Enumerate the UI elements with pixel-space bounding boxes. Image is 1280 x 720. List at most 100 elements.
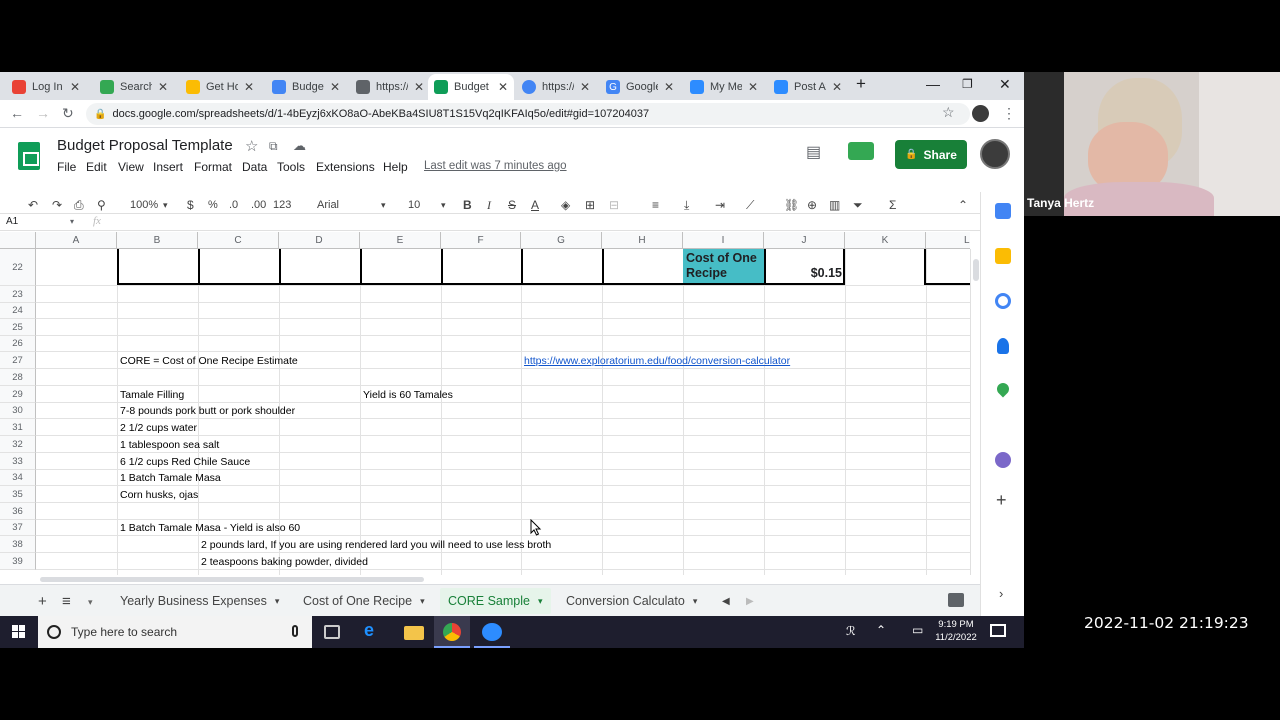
expand-panel-icon[interactable]: › — [999, 586, 1003, 601]
yield-cell[interactable]: Yield is 60 Tamales — [363, 389, 453, 401]
browser-tab-5[interactable]: https:// ✕ — [350, 74, 430, 100]
name-box[interactable]: A1 — [6, 216, 18, 227]
browser-tab-2[interactable]: Search ✕ — [94, 74, 174, 100]
row-header-35[interactable]: 35 — [0, 486, 36, 503]
browser-tab-7[interactable]: https:// ✕ — [516, 74, 596, 100]
menu-data[interactable]: Data — [242, 160, 267, 174]
row-header-28[interactable]: 28 — [0, 369, 36, 386]
row-header-29[interactable]: 29 — [0, 386, 36, 403]
meet-icon[interactable] — [848, 142, 874, 160]
close-tab-icon[interactable]: ✕ — [414, 80, 424, 94]
close-tab-icon[interactable]: ✕ — [330, 80, 340, 94]
column-header-h[interactable]: H — [602, 232, 683, 249]
close-tab-icon[interactable]: ✕ — [70, 80, 80, 94]
text-rotation-icon[interactable]: ⟋ — [746, 198, 754, 213]
ingredient-cell[interactable]: 2 1/2 cups water — [120, 422, 197, 434]
menu-help[interactable]: Help — [383, 160, 408, 174]
scrollbar-thumb[interactable] — [973, 259, 979, 281]
close-tab-icon[interactable]: ✕ — [244, 80, 254, 94]
core-definition-cell[interactable]: CORE = Cost of One Recipe Estimate — [120, 355, 298, 367]
insert-chart-icon[interactable]: ▥ — [829, 198, 840, 212]
menu-insert[interactable]: Insert — [153, 160, 183, 174]
sheet-tab-cost-of-one-recipe[interactable]: Cost of One Recipe ▾ — [303, 588, 425, 614]
sheet-tab-core-sample[interactable]: CORE Sample ▾ — [440, 588, 551, 614]
sheet-tab-conversion-calculator[interactable]: Conversion Calculato ▾ — [566, 588, 697, 614]
strikethrough-button[interactable]: S — [508, 198, 516, 212]
forward-arrow-icon[interactable]: → — [36, 105, 50, 121]
file-explorer-icon[interactable] — [404, 626, 424, 640]
scroll-tabs-left-icon[interactable]: ◀ — [722, 588, 730, 614]
sheets-logo-icon[interactable] — [18, 142, 40, 170]
get-add-ons-icon[interactable]: + — [996, 490, 1007, 511]
functions-icon[interactable]: Σ — [889, 198, 896, 212]
menu-view[interactable]: View — [118, 160, 144, 174]
ingredient-cell[interactable]: 7-8 pounds pork butt or pork shoulder — [120, 405, 295, 417]
text-color-button[interactable]: A — [531, 198, 539, 212]
add-on-icon[interactable] — [995, 452, 1011, 468]
row-header-30[interactable]: 30 — [0, 403, 36, 419]
browser-tab-4[interactable]: Budget ✕ — [266, 74, 346, 100]
paint-format-icon[interactable]: ⚲ — [97, 198, 106, 212]
currency-format-button[interactable]: $ — [187, 198, 194, 212]
scroll-tabs-right-icon[interactable]: ▶ — [746, 588, 754, 614]
column-header-l[interactable]: L — [926, 232, 970, 249]
row-header-36[interactable]: 36 — [0, 503, 36, 520]
row-header-25[interactable]: 25 — [0, 319, 36, 336]
back-arrow-icon[interactable]: ← — [10, 105, 24, 121]
menu-format[interactable]: Format — [194, 160, 232, 174]
row-header-33[interactable]: 33 — [0, 453, 36, 470]
column-header-g[interactable]: G — [521, 232, 602, 249]
minimize-button[interactable]: — — [926, 76, 940, 92]
ingredient-cell[interactable]: 1 tablespoon sea salt — [120, 439, 219, 451]
tamale-filling-cell[interactable]: Tamale Filling — [120, 389, 184, 401]
contacts-icon[interactable] — [997, 338, 1009, 354]
close-tab-icon[interactable]: ✕ — [832, 80, 842, 94]
edge-icon[interactable]: e — [364, 620, 384, 640]
share-button[interactable]: 🔒 Share — [895, 140, 967, 169]
bookmark-star-icon[interactable]: ☆ — [942, 104, 955, 121]
url-bar[interactable]: 🔒 docs.google.com/spreadsheets/d/1-4bEyz… — [86, 103, 970, 125]
percent-format-button[interactable]: % — [208, 199, 218, 211]
add-sheet-button[interactable]: + — [38, 588, 47, 614]
close-tab-icon[interactable]: ✕ — [664, 80, 674, 94]
reload-icon[interactable]: ↻ — [62, 105, 74, 122]
maximize-button[interactable]: ❐ — [962, 77, 973, 91]
sheet-tab-yearly-business-expenses[interactable]: Yearly Business Expenses ▾ — [120, 588, 279, 614]
menu-edit[interactable]: Edit — [86, 160, 107, 174]
task-view-icon[interactable] — [324, 625, 340, 639]
row-header-32[interactable]: 32 — [0, 436, 36, 453]
insert-link-icon[interactable]: ⛓ — [784, 198, 799, 212]
notification-icon[interactable] — [990, 624, 1006, 637]
row-header-38[interactable]: 38 — [0, 536, 36, 553]
column-header-d[interactable]: D — [279, 232, 360, 249]
microphone-icon[interactable] — [292, 625, 298, 637]
move-folder-icon[interactable]: ⧉ — [269, 139, 278, 154]
all-sheets-button[interactable]: ≡ — [62, 588, 71, 614]
menu-file[interactable]: File — [57, 160, 76, 174]
close-tab-icon[interactable]: ✕ — [498, 80, 508, 94]
cost-of-one-recipe-label-cell[interactable]: Cost of One Recipe — [683, 249, 764, 283]
merge-cells-icon[interactable]: ⊟ — [609, 198, 619, 212]
browser-tab-9[interactable]: My Me ✕ — [684, 74, 764, 100]
network-icon[interactable]: ▭ — [912, 623, 923, 637]
decrease-decimal-button[interactable]: .0 — [229, 199, 238, 211]
text-wrap-icon[interactable]: ⇥ — [715, 198, 725, 212]
profile-avatar[interactable] — [972, 105, 989, 122]
row-header-39[interactable]: 39 — [0, 553, 36, 570]
browser-tab-3[interactable]: Get Ho ✕ — [180, 74, 260, 100]
masa-line-cell[interactable]: 2 pounds lard, If you are using rendered… — [201, 539, 551, 551]
vertical-align-icon[interactable]: ⤓ — [684, 198, 689, 213]
row-header-24[interactable]: 24 — [0, 303, 36, 319]
browser-menu-icon[interactable]: ⋮ — [1002, 105, 1016, 122]
row-header-22[interactable]: 22 — [0, 249, 36, 286]
number-format-select[interactable]: 123 — [273, 199, 291, 211]
ingredient-cell[interactable]: Corn husks, ojas — [120, 489, 198, 501]
filter-icon[interactable]: ⏷ — [853, 198, 863, 213]
font-size-select[interactable]: 10 — [408, 199, 420, 211]
font-select[interactable]: Arial — [317, 199, 339, 211]
menu-extensions[interactable]: Extensions — [316, 160, 375, 174]
ingredient-cell[interactable]: 6 1/2 cups Red Chile Sauce — [120, 456, 250, 468]
taskbar-clock[interactable]: 9:19 PM 11/2/2022 — [934, 618, 978, 644]
browser-tab-10[interactable]: Post At ✕ — [768, 74, 848, 100]
new-tab-button[interactable]: + — [856, 74, 866, 94]
